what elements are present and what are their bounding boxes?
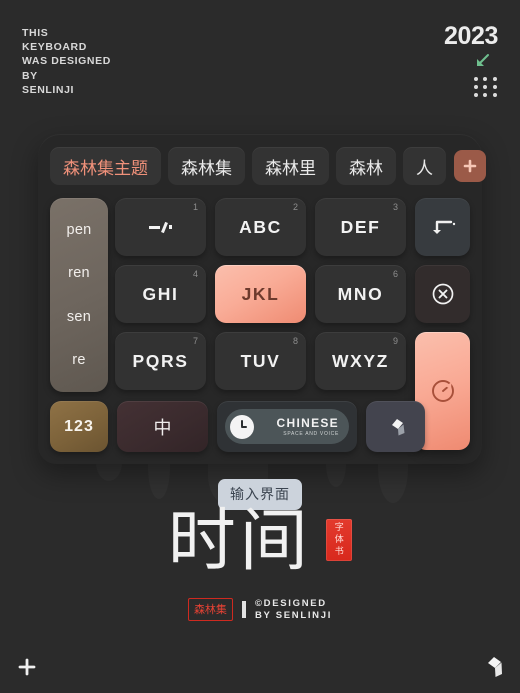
footer-design-line-1: ©DESIGNED bbox=[254, 598, 327, 609]
pinyin-candidate-list[interactable]: pen ren sen re bbox=[50, 198, 108, 392]
key-label-tuv: TUV bbox=[240, 350, 281, 371]
credit-line-5: SENLINJI bbox=[22, 83, 75, 96]
key-pqrs[interactable]: 7 PQRS bbox=[115, 332, 206, 390]
bottom-bar bbox=[0, 643, 520, 693]
delete-key[interactable] bbox=[415, 265, 470, 323]
key-sup-9: 9 bbox=[392, 336, 398, 346]
key-label-wxyz: WXYZ bbox=[332, 350, 389, 371]
circle-x-icon bbox=[432, 283, 453, 305]
plus-icon bbox=[463, 159, 477, 173]
key-sup-7: 7 bbox=[192, 336, 198, 346]
keyboard-panel: 森林集主题 森林集 森林里 森林 人 pen ren sen re 1 2 AB… bbox=[38, 134, 486, 464]
eraser-icon bbox=[391, 418, 404, 435]
add-button[interactable] bbox=[16, 656, 38, 678]
numeric-mode-key[interactable]: 123 bbox=[50, 401, 108, 452]
key-label-ghi: GHI bbox=[142, 283, 179, 304]
arrow-down-left-icon bbox=[477, 54, 489, 66]
page-title-text: 时间 bbox=[167, 502, 312, 581]
key-label-pqrs: PQRS bbox=[132, 350, 189, 371]
key-sup-2: 2 bbox=[292, 202, 298, 212]
space-key-text: CHINESE SPACE AND VOICE bbox=[277, 416, 343, 437]
seal-char-1: 体 bbox=[334, 535, 344, 545]
key-sup-1: 1 bbox=[192, 202, 198, 212]
tab-theme-3[interactable]: 森林 bbox=[336, 147, 396, 185]
footer-design-line-2: BY SENLINJI bbox=[254, 609, 333, 621]
key-ghi[interactable]: 4 GHI bbox=[115, 265, 206, 323]
circle-arrow-icon bbox=[431, 380, 454, 402]
eraser-key[interactable] bbox=[366, 401, 425, 452]
credit-line-3: WAS DESIGNED bbox=[22, 55, 111, 68]
credit-line-4: BY bbox=[22, 69, 38, 82]
key-label-abc: ABC bbox=[239, 216, 282, 237]
pinyin-candidate-3[interactable]: re bbox=[72, 352, 86, 368]
brand-logo-icon[interactable] bbox=[478, 653, 506, 681]
punctuation-glyph bbox=[148, 221, 173, 233]
key-punctuation[interactable]: 1 bbox=[115, 198, 206, 256]
space-key-pill: CHINESE SPACE AND VOICE bbox=[225, 409, 349, 444]
key-wxyz[interactable]: 9 WXYZ bbox=[315, 332, 406, 390]
key-label-jkl: JKL bbox=[241, 283, 280, 304]
space-key[interactable]: CHINESE SPACE AND VOICE bbox=[217, 401, 357, 452]
add-theme-button[interactable] bbox=[454, 150, 486, 182]
key-sup-8: 8 bbox=[292, 336, 298, 346]
key-abc[interactable]: 2 ABC bbox=[215, 198, 306, 256]
letter-keypad: 1 2 ABC 3 DEF 4 GHI JKL 6 MNO 7 PQRS 8 T… bbox=[115, 198, 406, 390]
arrow-return-icon bbox=[432, 220, 455, 234]
key-mno[interactable]: 6 MNO bbox=[315, 265, 406, 323]
chinese-mode-label: 中 bbox=[153, 417, 172, 439]
key-jkl[interactable]: JKL bbox=[215, 265, 306, 323]
designer-credit: THIS KEYBOARD WAS DESIGNED BY SENLINJI bbox=[22, 26, 111, 97]
space-key-subtitle: SPACE AND VOICE bbox=[283, 431, 339, 437]
pinyin-candidate-0[interactable]: pen bbox=[66, 222, 91, 238]
grid-dots-icon[interactable] bbox=[474, 77, 498, 97]
numeric-mode-label: 123 bbox=[64, 417, 94, 435]
return-key[interactable] bbox=[415, 198, 470, 256]
key-sup-6: 6 bbox=[392, 269, 398, 279]
tab-theme-4[interactable]: 人 bbox=[403, 147, 446, 185]
function-key-row: 123 中 CHINESE SPACE AND VOICE bbox=[50, 401, 425, 452]
seal-char-2: 书 bbox=[334, 547, 344, 557]
space-key-title: CHINESE bbox=[276, 416, 339, 430]
footer-design-text: ©DESIGNED BY SENLINJI bbox=[255, 598, 332, 621]
keypad-body: pen ren sen re 1 2 ABC 3 DEF 4 GHI JKL 6… bbox=[50, 198, 470, 452]
key-label-mno: MNO bbox=[337, 283, 384, 304]
pinyin-candidate-1[interactable]: ren bbox=[68, 265, 90, 281]
page-header: THIS KEYBOARD WAS DESIGNED BY SENLINJI 2… bbox=[0, 0, 520, 134]
pinyin-candidate-2[interactable]: sen bbox=[67, 309, 91, 325]
footer-credit: 森林集 ©DESIGNED BY SENLINJI bbox=[0, 598, 520, 621]
clock-icon bbox=[230, 414, 254, 439]
key-label-def: DEF bbox=[340, 216, 381, 237]
key-def[interactable]: 3 DEF bbox=[315, 198, 406, 256]
tab-theme-1[interactable]: 森林集 bbox=[168, 147, 245, 185]
credit-line-1: THIS bbox=[22, 27, 49, 39]
page-title: 时间 字 体 书 bbox=[0, 503, 520, 583]
seal-stamp: 字 体 书 bbox=[326, 519, 353, 561]
footer-divider bbox=[241, 601, 246, 618]
brand-chip: 森林集 bbox=[187, 598, 233, 621]
tab-theme-2[interactable]: 森林里 bbox=[252, 147, 329, 185]
key-tuv[interactable]: 8 TUV bbox=[215, 332, 306, 390]
key-sup-4: 4 bbox=[192, 269, 198, 279]
year-label: 2023 bbox=[443, 22, 498, 50]
chinese-mode-key[interactable]: 中 bbox=[117, 401, 208, 452]
theme-tab-row: 森林集主题 森林集 森林里 森林 人 bbox=[50, 147, 486, 185]
credit-line-2: KEYBOARD bbox=[22, 41, 87, 54]
key-sup-3: 3 bbox=[392, 202, 398, 212]
tab-theme-0[interactable]: 森林集主题 bbox=[50, 147, 161, 185]
seal-char-0: 字 bbox=[334, 523, 344, 533]
